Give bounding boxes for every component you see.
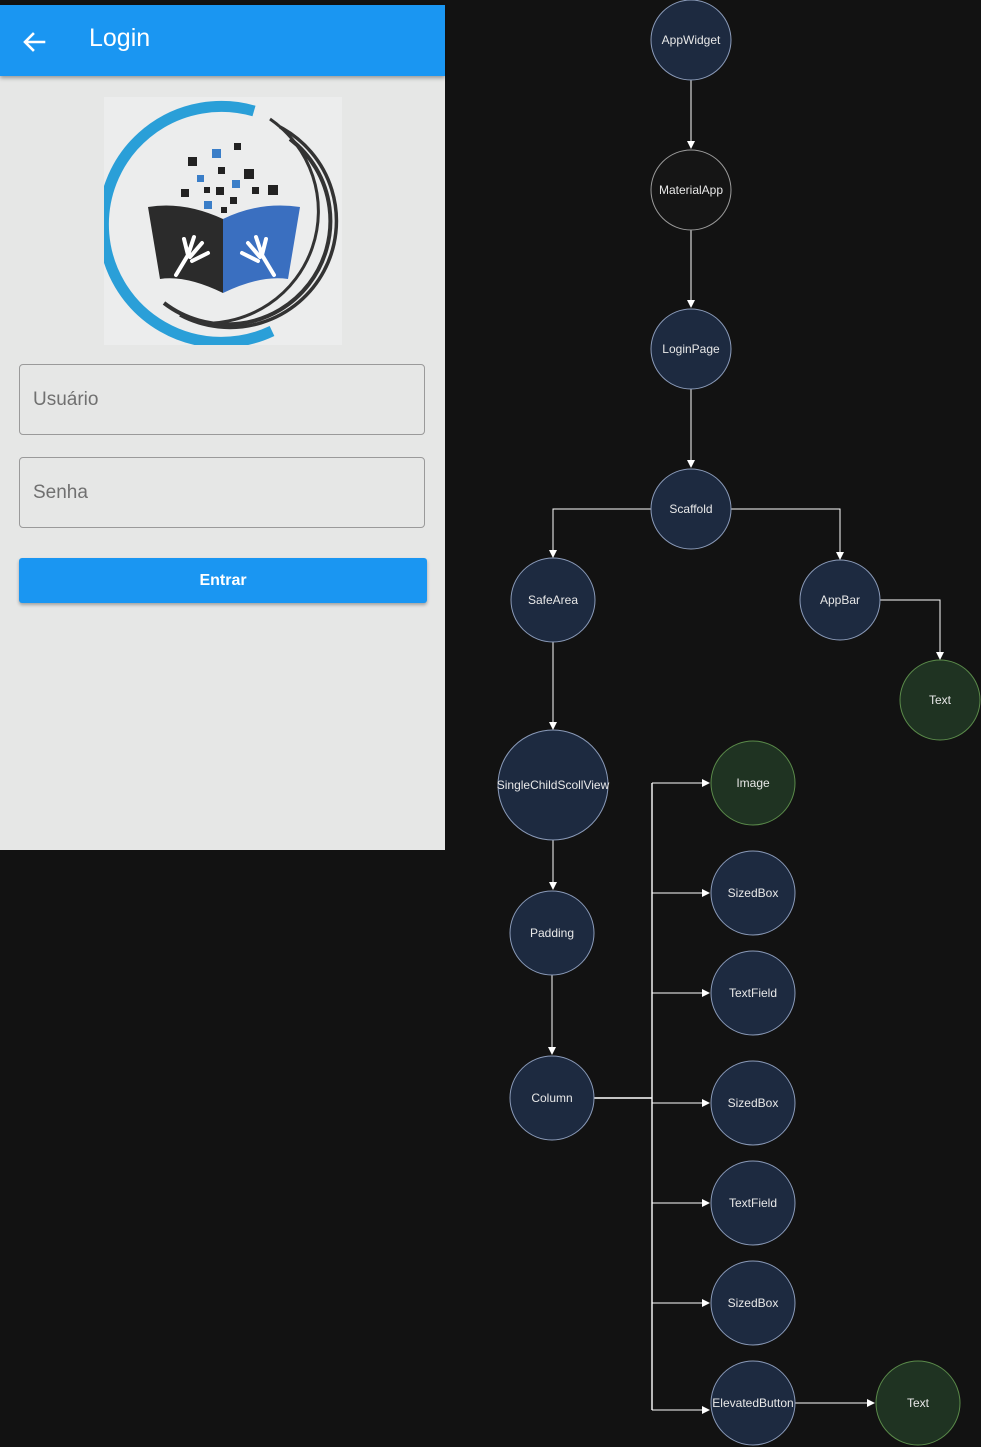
node-sizedbox-2: SizedBox [710,1060,796,1146]
edge-scaffold-appbar [731,508,844,560]
edge-column-trunk [594,783,653,1410]
node-image: Image [710,740,796,826]
node-label: SizedBox [728,886,779,900]
node-column: Column [509,1055,595,1141]
widget-tree-diagram: AppWidget MaterialApp LoginPage Scaffold… [497,0,981,1446]
node-label: Padding [530,926,574,940]
node-sizedbox-1: SizedBox [710,850,796,936]
node-sizedbox-3: SizedBox [710,1260,796,1346]
node-safearea: SafeArea [510,557,596,643]
node-appwidget: AppWidget [650,0,732,81]
edge-appbar-text [880,599,944,660]
node-appbar: AppBar [799,559,881,641]
edge-scaffold-safearea [549,508,651,558]
node-label: SingleChildScollView [497,778,610,792]
node-label: SizedBox [728,1296,779,1310]
node-label: SafeArea [528,593,578,607]
node-loginpage: LoginPage [650,308,732,390]
node-label: ElevatedButton [712,1396,793,1410]
node-label: TextField [729,986,777,1000]
node-textfield-2: TextField [710,1160,796,1246]
node-scrollview: SingleChildScollView [497,729,610,841]
node-materialapp: MaterialApp [650,149,732,231]
node-elevatedbutton: ElevatedButton [710,1360,796,1446]
node-label: Text [907,1396,930,1410]
node-label: TextField [729,1196,777,1210]
node-textfield-1: TextField [710,950,796,1036]
node-label: AppBar [820,593,860,607]
node-button-text: Text [875,1360,961,1446]
node-label: Text [929,693,952,707]
node-label: LoginPage [662,342,720,356]
node-label: Column [531,1091,572,1105]
node-padding: Padding [509,890,595,976]
node-appbar-text: Text [899,659,981,741]
node-label: AppWidget [662,33,721,47]
node-label: Scaffold [669,502,712,516]
node-scaffold: Scaffold [650,468,732,550]
node-label: Image [736,776,770,790]
node-label: SizedBox [728,1096,779,1110]
node-label: MaterialApp [659,183,723,197]
